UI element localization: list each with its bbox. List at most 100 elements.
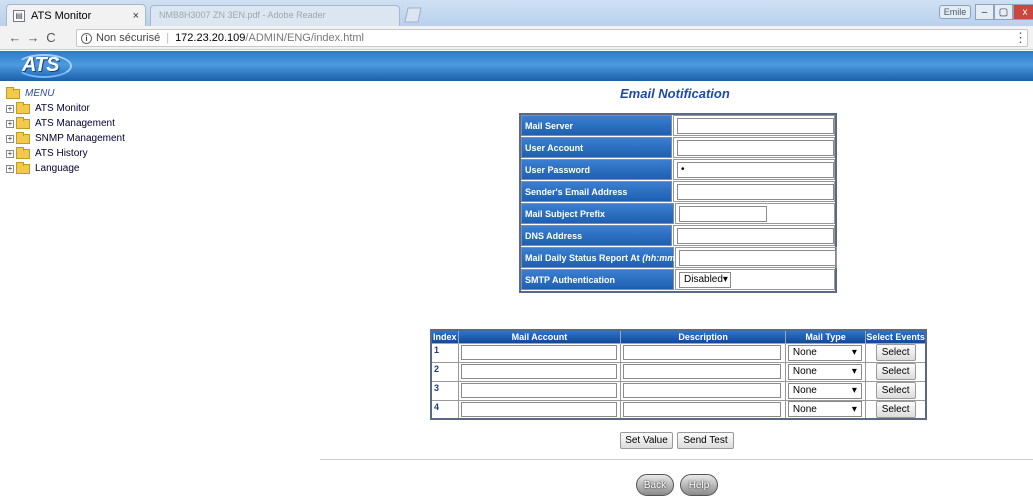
table-row: 4 None ▾ Select (430, 399, 927, 420)
mail-account-input[interactable] (460, 383, 617, 398)
daily-report-label: Mail Daily Status Report At (hh:mm) (521, 247, 678, 268)
url-field[interactable]: i Non sécurisé | 172.23.20.109 /ADMIN/EN… (76, 29, 1028, 47)
user-password-input[interactable] (677, 161, 834, 178)
mail-type-select[interactable]: None ▾ (787, 363, 862, 380)
user-account-label: User Account (521, 137, 672, 158)
menu-item-label: ATS History (35, 148, 88, 159)
browser-menu-icon[interactable]: ⋮ (1014, 30, 1027, 46)
col-index: Index (430, 329, 459, 344)
select-events-button[interactable]: Select (875, 363, 916, 380)
expand-icon[interactable]: + (6, 104, 14, 113)
help-button[interactable]: Help (680, 474, 718, 496)
expand-icon[interactable]: + (6, 149, 14, 158)
form-row-daily-report: Mail Daily Status Report At (hh:mm) (521, 247, 837, 269)
subject-prefix-input[interactable] (679, 205, 767, 222)
menu-root[interactable]: MENU (6, 86, 186, 101)
user-account-input[interactable] (677, 139, 834, 156)
form-row-mail-server: Mail Server (521, 115, 835, 137)
menu-item-language[interactable]: + Language (6, 161, 186, 176)
description-input[interactable] (623, 345, 782, 360)
expand-icon[interactable]: + (6, 164, 14, 173)
sender-email-label: Sender's Email Address (521, 181, 672, 202)
folder-icon (16, 131, 30, 144)
page-navigation: Back Help (636, 474, 718, 496)
mail-type-select[interactable]: None ▾ (787, 401, 862, 418)
folder-icon (16, 116, 30, 129)
menu-item-label: ATS Monitor (35, 103, 90, 114)
daily-report-input[interactable] (679, 249, 836, 266)
folder-open-icon (6, 86, 20, 99)
divider (320, 459, 1033, 460)
minimize-icon[interactable]: – (975, 4, 994, 20)
menu-tree: MENU + ATS Monitor + ATS Management + SN… (6, 86, 186, 176)
maximize-icon[interactable]: ▢ (994, 4, 1013, 20)
daily-report-label-text: Mail Daily Status Report At (525, 252, 640, 263)
form-row-smtp-auth: SMTP Authentication Disabled ▾ (521, 269, 835, 291)
mail-account-input[interactable] (460, 401, 617, 417)
window-controls: – ▢ x (975, 4, 1033, 20)
mail-account-input[interactable] (460, 345, 617, 360)
new-tab-icon[interactable] (402, 7, 422, 23)
col-mail-account: Mail Account (457, 329, 622, 344)
select-events-button[interactable]: Select (875, 344, 916, 361)
tab-pdf-reader[interactable]: NMB8H3007 ZN 3EN.pdf - Adobe Reader (150, 5, 400, 26)
window-close-icon[interactable]: x (1013, 4, 1033, 20)
set-value-button[interactable]: Set Value (620, 432, 673, 449)
folder-icon (16, 101, 30, 114)
back-arrow-icon[interactable]: ← (6, 30, 24, 45)
menu-item-label: Language (35, 163, 80, 174)
mail-accounts-table: Index Mail Account Description Mail Type… (430, 329, 927, 420)
smtp-auth-select[interactable]: Disabled ▾ (679, 271, 731, 288)
profile-button[interactable]: Emile (939, 5, 971, 19)
forward-arrow-icon[interactable]: → (24, 30, 42, 45)
page-title: Email Notification (620, 86, 730, 101)
dns-address-label: DNS Address (521, 225, 672, 246)
row-index: 2 (430, 361, 459, 382)
menu-item-ats-history[interactable]: + ATS History (6, 146, 186, 161)
reload-icon[interactable]: C (42, 30, 60, 45)
col-description: Description (620, 329, 786, 344)
menu-item-snmp-management[interactable]: + SNMP Management (6, 131, 186, 146)
description-input[interactable] (623, 383, 782, 398)
dns-address-input[interactable] (677, 227, 834, 244)
mail-type-value: None (792, 403, 817, 415)
mail-type-value: None (792, 385, 817, 396)
row-index: 3 (430, 380, 459, 401)
tab-title: ATS Monitor (31, 9, 92, 22)
sender-email-input[interactable] (677, 183, 834, 200)
form-row-dns-address: DNS Address (521, 225, 835, 247)
user-password-label: User Password (521, 159, 672, 180)
mail-account-input[interactable] (460, 364, 617, 379)
col-mail-type: Mail Type (784, 329, 867, 344)
browser-tab-strip: ▤ ATS Monitor × NMB8H3007 ZN 3EN.pdf - A… (0, 0, 1033, 26)
subject-prefix-label: Mail Subject Prefix (521, 203, 674, 224)
mail-type-select[interactable]: None ▾ (787, 344, 862, 361)
select-events-button[interactable]: Select (875, 400, 916, 418)
info-icon[interactable]: i (81, 32, 92, 44)
select-events-button[interactable]: Select (875, 382, 916, 399)
menu-item-ats-monitor[interactable]: + ATS Monitor (6, 101, 186, 116)
expand-icon[interactable]: + (6, 119, 14, 128)
smtp-auth-value: Disabled (684, 274, 723, 285)
page-icon: ▤ (13, 9, 25, 22)
row-index: 4 (430, 399, 459, 420)
table-row: 3 None ▾ Select (430, 380, 927, 401)
security-label: Non sécurisé (96, 32, 161, 44)
tab-close-icon[interactable]: × (133, 10, 139, 22)
mail-type-select[interactable]: None ▾ (787, 382, 862, 399)
back-button[interactable]: Back (636, 474, 674, 496)
email-settings-form: Mail Server User Account User Password S… (519, 113, 837, 293)
send-test-button[interactable]: Send Test (677, 432, 734, 449)
row-index: 1 (430, 342, 459, 363)
dropdown-arrow-icon: ▾ (851, 366, 857, 377)
folder-icon (16, 161, 30, 174)
address-bar: ← → C i Non sécurisé | 172.23.20.109 /AD… (0, 26, 1033, 50)
expand-icon[interactable]: + (6, 134, 14, 143)
description-input[interactable] (623, 401, 782, 417)
description-input[interactable] (623, 364, 782, 379)
menu-item-ats-management[interactable]: + ATS Management (6, 116, 186, 131)
form-row-sender-email: Sender's Email Address (521, 181, 835, 203)
mail-server-input[interactable] (677, 117, 834, 134)
tab-ats-monitor[interactable]: ▤ ATS Monitor × (6, 4, 146, 26)
table-header-row: Index Mail Account Description Mail Type… (430, 329, 927, 344)
